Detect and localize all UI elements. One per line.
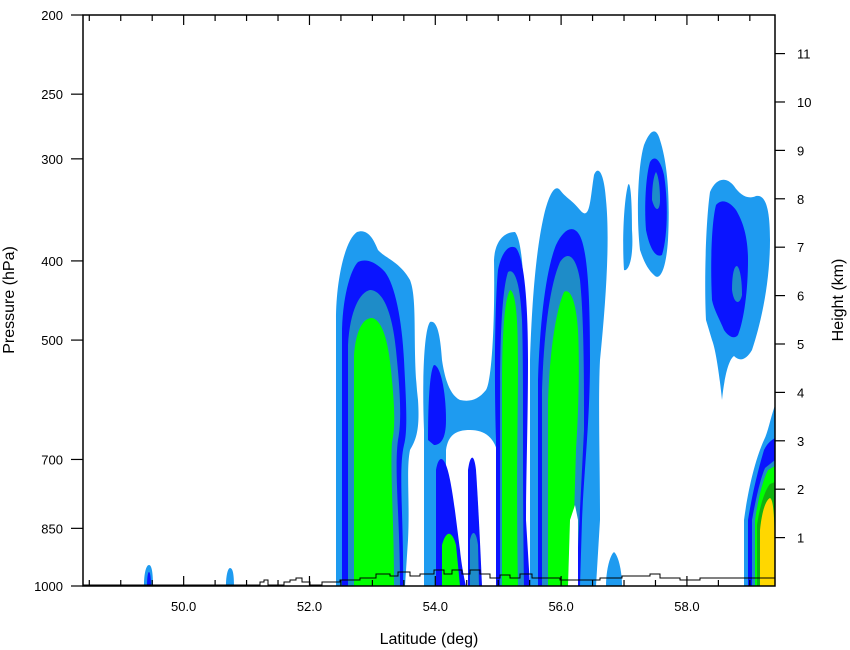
y-tick-label: 400 [41,254,63,269]
contour-fields [144,131,775,586]
contour-level-4 [502,290,518,586]
y2-tick-label: 10 [797,95,811,110]
x-tick-label: 50.0 [171,599,196,614]
y2-tick-label: 4 [797,385,804,400]
y2-tick-label: 9 [797,143,804,158]
contour-level-1 [623,184,633,271]
y-tick-label: 250 [41,87,63,102]
x-tick-label: 56.0 [548,599,573,614]
y-tick-label: 200 [41,8,63,23]
y2-tick-label: 1 [797,531,804,546]
contour-level-1 [144,565,234,586]
y-tick-label: 300 [41,152,63,167]
cross-section-chart: 50.0 52.0 54.0 56.0 58.020025030040050070085… [1,8,847,648]
x-tick-label: 54.0 [423,599,448,614]
white-gap [411,440,424,586]
y2-tick-label: 5 [797,337,804,352]
y2-tick-label: 7 [797,240,804,255]
x-tick-label: 52.0 [297,599,322,614]
y-axis-title: Pressure (hPa) [1,246,18,354]
y2-tick-label: 8 [797,192,804,207]
y2-tick-label: 3 [797,434,804,449]
y-tick-label: 500 [41,333,63,348]
contour-level-1 [606,552,622,586]
y2-tick-label: 11 [797,47,811,62]
y-tick-label: 1000 [34,579,63,594]
x-tick-label: 58.0 [674,599,699,614]
contour-level-4 [354,318,395,586]
y2-tick-label: 2 [797,482,804,497]
y-tick-label: 700 [41,452,63,467]
y2-axis-title: Height (km) [830,259,847,342]
y2-tick-label: 6 [797,289,804,304]
y-tick-label: 850 [41,521,63,536]
x-axis-title: Latitude (deg) [380,631,479,648]
